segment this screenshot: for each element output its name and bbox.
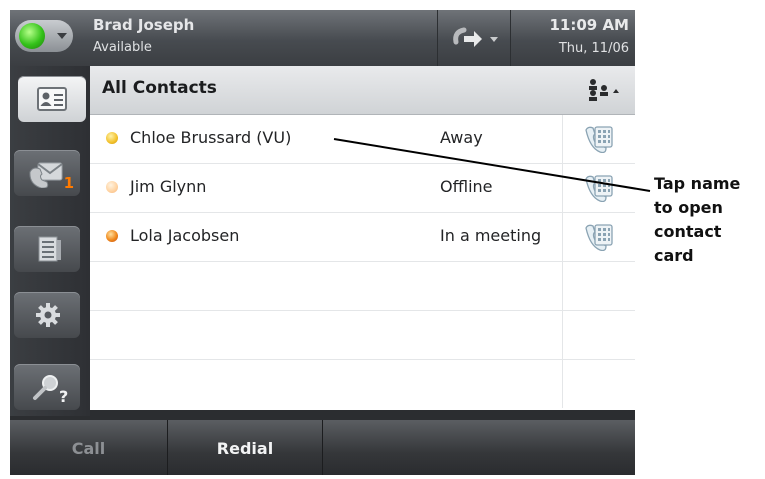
- callout-line: [333, 138, 651, 192]
- callout-annotation: Tap name to open contact card: [654, 174, 741, 265]
